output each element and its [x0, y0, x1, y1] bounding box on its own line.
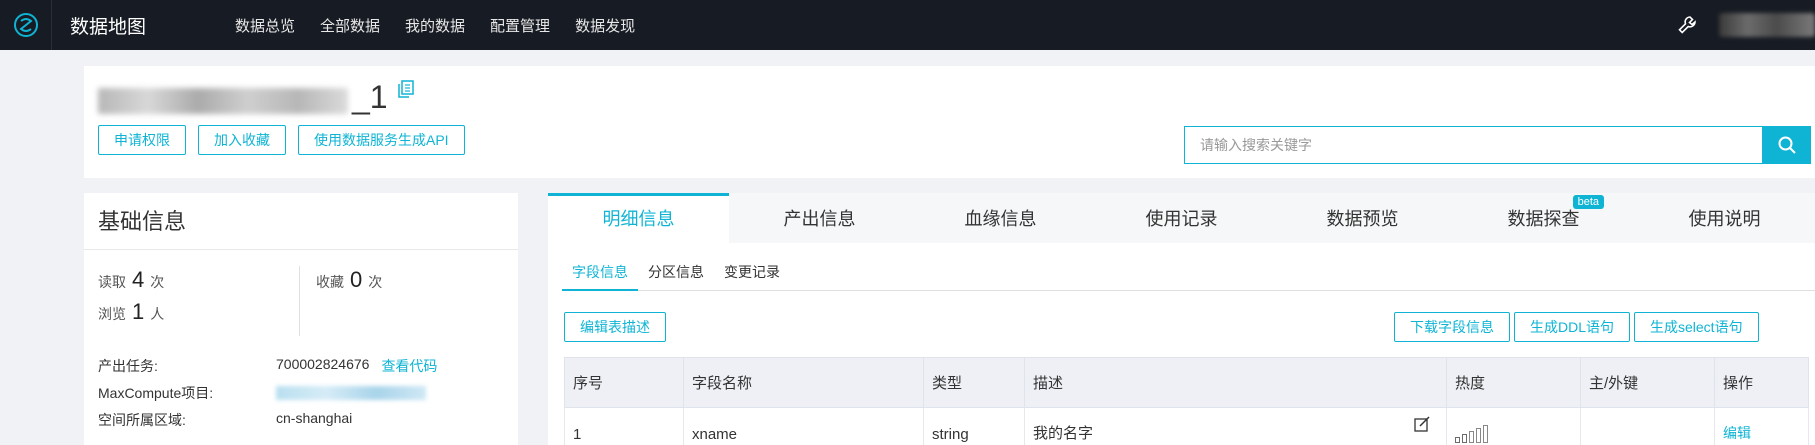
- generate-ddl-button[interactable]: 生成DDL语句: [1514, 312, 1631, 342]
- heat-bar: [1483, 425, 1488, 443]
- heat-bar: [1469, 431, 1474, 443]
- edit-table-desc-button[interactable]: 编辑表描述: [564, 312, 666, 342]
- heat-bar: [1476, 428, 1481, 443]
- nav-data-discovery[interactable]: 数据发现: [575, 15, 635, 36]
- cell-description: 我的名字: [1024, 407, 1447, 445]
- header-buttons: 申请权限 加入收藏 使用数据服务生成API: [98, 125, 477, 155]
- basic-info-panel: 基础信息 读取 4 次 收藏 0 次 浏览 1 人 产出任务: 70000282…: [84, 193, 518, 445]
- nav-all-data[interactable]: 全部数据: [320, 15, 380, 36]
- table-name-redacted: [98, 88, 348, 114]
- info-project-value-redacted: [276, 386, 426, 400]
- cell-field-name: xname: [683, 407, 924, 445]
- table-header-card: _1 申请权限 加入收藏 使用数据服务生成API: [84, 66, 1815, 178]
- info-task-value: 700002824676: [276, 356, 370, 372]
- stat-favorites-label: 收藏: [316, 274, 344, 290]
- col-index: 序号: [564, 357, 684, 408]
- info-region-value: cn-shanghai: [276, 410, 353, 426]
- view-code-link[interactable]: 查看代码: [381, 356, 437, 376]
- tab-data-profiling[interactable]: 数据探查 beta: [1453, 193, 1634, 243]
- generate-api-button[interactable]: 使用数据服务生成API: [298, 125, 465, 155]
- tab-usage-guide[interactable]: 使用说明: [1634, 193, 1815, 243]
- subtab-partition-info[interactable]: 分区信息: [638, 259, 714, 291]
- heat-bars: [1455, 421, 1580, 443]
- top-bar: 数据地图 数据总览 全部数据 我的数据 配置管理 数据发现: [0, 0, 1815, 50]
- main-nav: 数据总览 全部数据 我的数据 配置管理 数据发现: [235, 15, 660, 36]
- stat-views-value: 1: [132, 299, 145, 324]
- search-icon: [1778, 136, 1796, 154]
- info-project-label: MaxCompute项目:: [98, 385, 214, 401]
- download-fields-button[interactable]: 下载字段信息: [1394, 312, 1510, 342]
- heat-bar: [1462, 434, 1467, 443]
- cell-actions: 编辑: [1714, 407, 1809, 445]
- table-name: _1: [98, 80, 414, 114]
- beta-badge: beta: [1572, 195, 1604, 209]
- info-row-project: MaxCompute项目:: [98, 383, 426, 403]
- stat-reads-label: 读取: [98, 274, 126, 290]
- field-actions: 编辑表描述 下载字段信息 生成DDL语句 生成select语句: [564, 312, 1815, 342]
- edit-description-icon[interactable]: [1414, 416, 1430, 432]
- stat-reads-value: 4: [132, 267, 145, 292]
- top-right-tools: [1677, 0, 1815, 50]
- info-task-label: 产出任务:: [98, 358, 158, 374]
- stat-views-unit: 人: [150, 306, 165, 322]
- stat-views: 浏览 1 人: [98, 299, 164, 325]
- search-input[interactable]: [1185, 127, 1762, 163]
- stat-favorites-value: 0: [350, 267, 363, 292]
- table-header-row: 序号 字段名称 类型 描述 热度 主/外键 操作: [564, 357, 1809, 408]
- field-table: 序号 字段名称 类型 描述 热度 主/外键 操作 1 xname string …: [564, 357, 1809, 445]
- heat-bar: [1455, 437, 1460, 443]
- logo-icon: [13, 13, 38, 37]
- tab-data-profiling-label: 数据探查: [1507, 209, 1580, 229]
- wrench-icon[interactable]: [1677, 15, 1697, 35]
- subtab-change-records[interactable]: 变更记录: [714, 259, 790, 291]
- search-box: [1184, 126, 1763, 164]
- generate-select-button[interactable]: 生成select语句: [1634, 312, 1759, 342]
- info-region-label: 空间所属区域:: [98, 412, 186, 428]
- subtab-field-info[interactable]: 字段信息: [562, 259, 638, 291]
- info-row-task: 产出任务: 700002824676 查看代码: [98, 356, 437, 376]
- edit-field-link[interactable]: 编辑: [1723, 425, 1751, 441]
- detail-panel: 明细信息 产出信息 血缘信息 使用记录 数据预览 数据探查 beta 使用说明 …: [548, 193, 1815, 445]
- copy-icon[interactable]: [397, 80, 414, 98]
- col-heat: 热度: [1446, 357, 1581, 408]
- tab-detail-info[interactable]: 明细信息: [548, 193, 729, 243]
- stat-favorites-unit: 次: [368, 274, 383, 290]
- table-row: 1 xname string 我的名字 编辑: [564, 407, 1809, 445]
- stat-favorites: 收藏 0 次: [316, 267, 382, 293]
- nav-data-overview[interactable]: 数据总览: [235, 15, 295, 36]
- app-title: 数据地图: [70, 16, 147, 38]
- nav-config[interactable]: 配置管理: [490, 15, 550, 36]
- detail-subtabs: 字段信息 分区信息 变更记录: [562, 259, 1815, 291]
- info-row-region: 空间所属区域: cn-shanghai: [98, 410, 352, 430]
- col-type: 类型: [923, 357, 1025, 408]
- tab-data-preview[interactable]: 数据预览: [1272, 193, 1453, 243]
- tab-output-info[interactable]: 产出信息: [729, 193, 910, 243]
- nav-my-data[interactable]: 我的数据: [405, 15, 465, 36]
- cell-type: string: [923, 407, 1025, 445]
- stat-divider: [299, 266, 300, 336]
- table-name-suffix: _1: [352, 79, 388, 115]
- search-button[interactable]: [1763, 126, 1811, 164]
- tab-usage-records[interactable]: 使用记录: [1091, 193, 1272, 243]
- cell-key: [1580, 407, 1715, 445]
- cell-heat: [1446, 407, 1581, 445]
- user-avatar[interactable]: [1719, 13, 1815, 37]
- col-description: 描述: [1024, 357, 1447, 408]
- col-field-name: 字段名称: [683, 357, 924, 408]
- add-favorite-button[interactable]: 加入收藏: [198, 125, 286, 155]
- request-permission-button[interactable]: 申请权限: [98, 125, 186, 155]
- cell-description-text: 我的名字: [1033, 425, 1094, 442]
- tab-lineage-info[interactable]: 血缘信息: [910, 193, 1091, 243]
- col-actions: 操作: [1714, 357, 1809, 408]
- basic-info-title: 基础信息: [84, 193, 518, 250]
- app-logo[interactable]: [0, 0, 52, 50]
- stat-reads: 读取 4 次: [98, 267, 164, 293]
- detail-tabs: 明细信息 产出信息 血缘信息 使用记录 数据预览 数据探查 beta 使用说明: [548, 193, 1815, 243]
- stat-views-label: 浏览: [98, 306, 126, 322]
- stat-reads-unit: 次: [150, 274, 165, 290]
- cell-index: 1: [564, 407, 684, 445]
- col-key: 主/外键: [1580, 357, 1715, 408]
